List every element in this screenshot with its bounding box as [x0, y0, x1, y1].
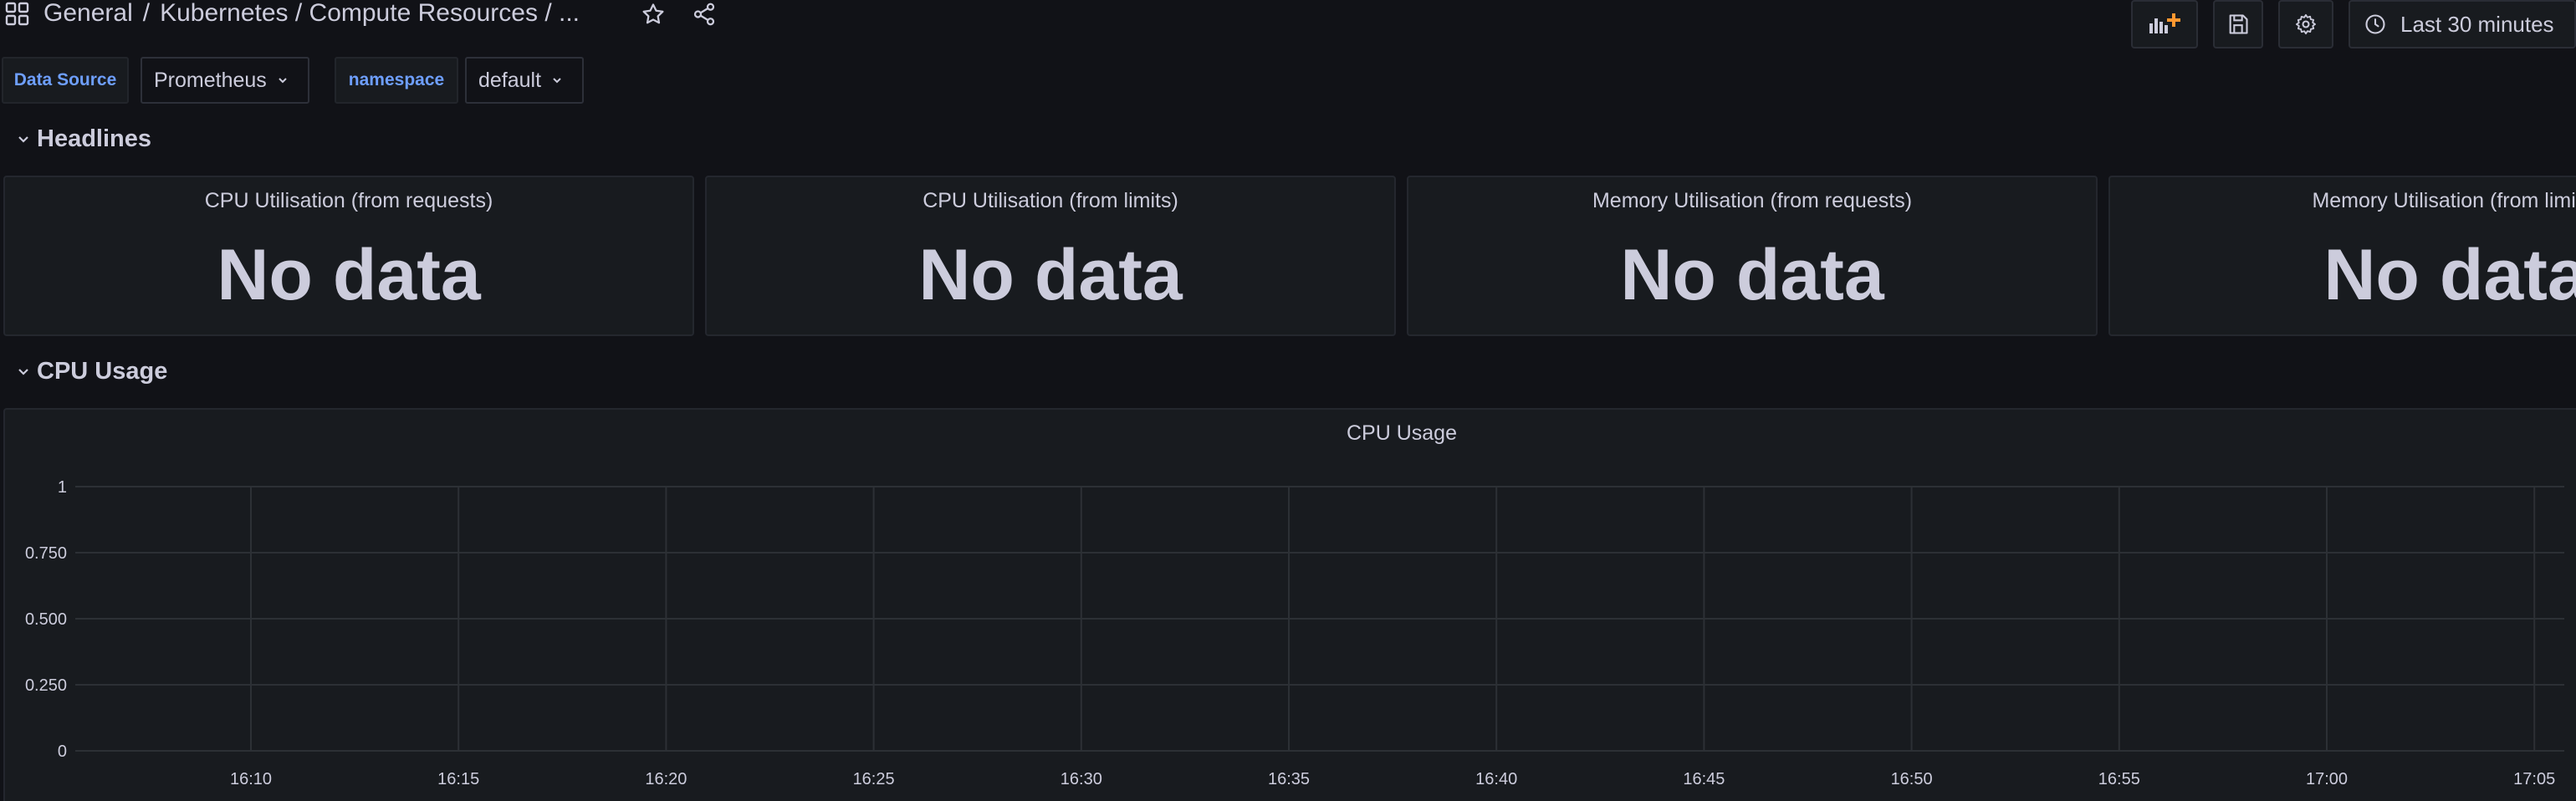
x-tick-label: 16:40 — [1475, 770, 1517, 788]
save-dashboard-button[interactable] — [2213, 0, 2263, 48]
y-tick-label: 0 — [58, 742, 67, 761]
row-title-headlines: Headlines — [37, 125, 151, 152]
datasource-variable-select[interactable]: Prometheus — [141, 57, 309, 104]
x-tick-label: 17:05 — [2513, 770, 2555, 788]
x-tick-label: 16:35 — [1268, 770, 1310, 788]
stat-value: No data — [1620, 235, 1884, 315]
x-tick-label: 17:00 — [2306, 770, 2348, 788]
y-tick-label: 0.250 — [25, 676, 67, 695]
chevron-down-icon — [18, 369, 28, 375]
x-tick-label: 16:25 — [853, 770, 895, 788]
star-icon[interactable] — [639, 0, 667, 28]
datasource-variable-value: Prometheus — [154, 68, 267, 92]
stat-panel-cpu-requests[interactable]: CPU Utilisation (from requests) No data — [3, 176, 694, 336]
breadcrumb-separator: / — [142, 0, 151, 27]
stat-value: No data — [918, 235, 1183, 315]
namespace-variable-value: default — [478, 68, 542, 92]
add-panel-icon — [2149, 13, 2180, 33]
dashboard-title[interactable]: Kubernetes / Compute Resources / ... — [160, 0, 580, 28]
namespace-variable-select[interactable]: default — [465, 57, 584, 104]
time-range-label: Last 30 minutes — [2400, 11, 2554, 37]
dashboards-grid-icon[interactable] — [5, 2, 30, 27]
x-tick-label: 16:55 — [2098, 770, 2140, 788]
stat-panel-cpu-limits[interactable]: CPU Utilisation (from limits) No data — [705, 176, 1396, 336]
y-tick-label: 0.500 — [25, 610, 67, 629]
clock-icon — [2365, 14, 2385, 34]
save-icon — [2229, 14, 2248, 34]
share-icon[interactable] — [690, 0, 718, 28]
x-tick-label: 16:50 — [1891, 770, 1933, 788]
dashboard-settings-button[interactable] — [2278, 0, 2333, 48]
time-range-picker[interactable]: Last 30 minutes — [2349, 0, 2576, 48]
x-tick-label: 16:20 — [645, 770, 687, 788]
panel-title: Memory Utilisation (from requests) — [1592, 189, 1913, 212]
stat-value: No data — [217, 235, 481, 315]
stat-panel-memory-requests[interactable]: Memory Utilisation (from requests) No da… — [1407, 176, 2098, 336]
breadcrumb-folder[interactable]: General — [43, 0, 133, 28]
chevron-down-icon — [553, 78, 561, 84]
panel-title: Memory Utilisation (from limits) — [2312, 189, 2576, 212]
x-tick-label: 16:30 — [1061, 770, 1102, 788]
row-title-cpu-usage: CPU Usage — [37, 357, 168, 385]
stat-value: No data — [2323, 235, 2576, 315]
y-tick-label: 0.750 — [25, 544, 67, 563]
cpu-usage-chart: 1 0.750 0.500 0.250 0 16:10 16:15 16:20 16:25 16:… — [25, 478, 2564, 788]
chevron-down-icon — [279, 78, 287, 84]
add-panel-button[interactable] — [2131, 0, 2198, 48]
graph-panel-cpu-usage[interactable]: CPU Usage 1 0.750 0.500 0.250 0 16:10 16:15 16:… — [3, 408, 2576, 801]
y-tick-label: 1 — [58, 478, 67, 497]
breadcrumb: General / Kubernetes / Compute Resources… — [43, 0, 580, 28]
x-tick-label: 16:10 — [230, 770, 272, 788]
gear-icon — [2295, 13, 2317, 35]
datasource-variable-label: Data Source — [2, 57, 129, 104]
x-tick-label: 16:15 — [437, 770, 479, 788]
panel-title: CPU Utilisation (from limits) — [923, 189, 1178, 212]
chevron-down-icon — [18, 136, 28, 143]
top-navbar: General / Kubernetes / Compute Resources… — [0, 0, 2576, 48]
x-tick-label: 16:45 — [1683, 770, 1725, 788]
row-headlines[interactable]: Headlines — [17, 122, 151, 156]
panel-title: CPU Utilisation (from requests) — [204, 189, 493, 212]
row-cpu-usage[interactable]: CPU Usage — [17, 355, 167, 388]
namespace-variable-label: namespace — [335, 57, 458, 104]
stat-panel-memory-limits[interactable]: Memory Utilisation (from limits) No data — [2108, 176, 2576, 336]
